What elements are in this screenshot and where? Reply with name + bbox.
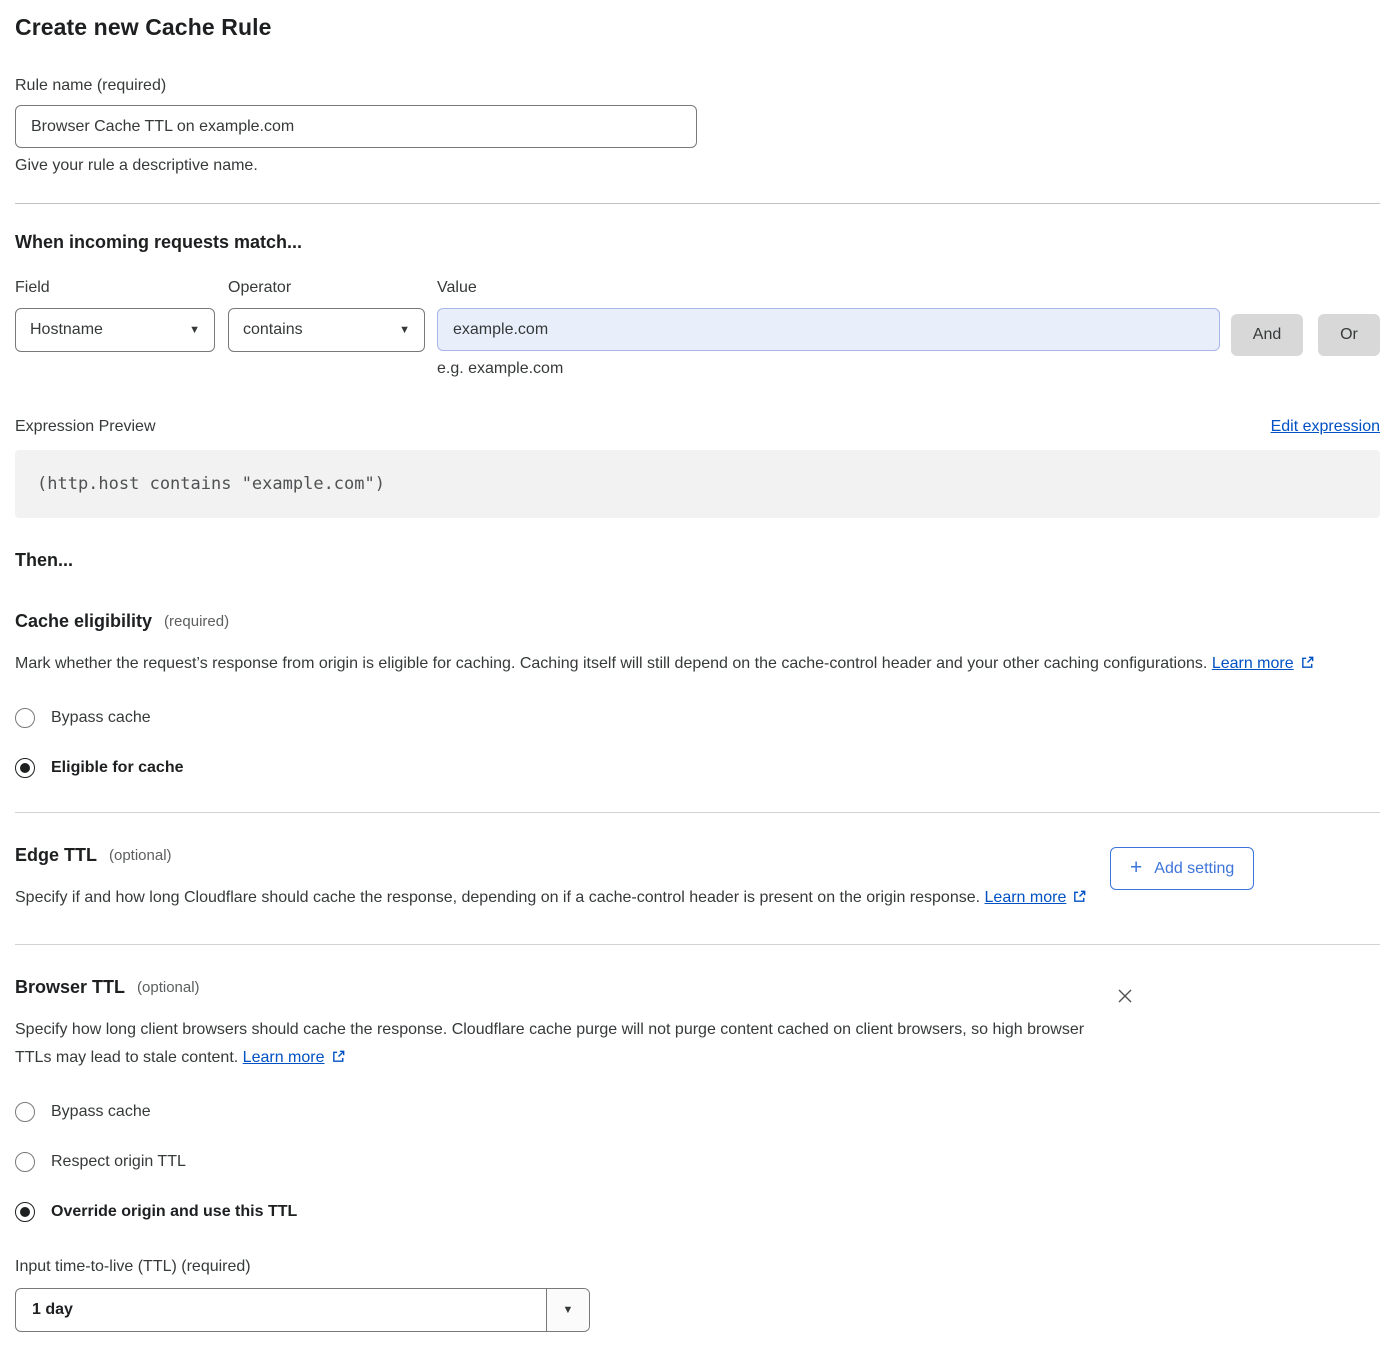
and-or-buttons: And Or <box>1220 279 1380 356</box>
value-help: e.g. example.com <box>437 360 1220 378</box>
expression-code: (http.host contains "example.com") <box>15 450 1380 518</box>
match-row: Field Hostname ▼ Operator contains ▼ Val… <box>15 279 1380 378</box>
browser-ttl-title: Browser TTL <box>15 977 125 998</box>
add-setting-label: Add setting <box>1154 860 1234 878</box>
external-link-icon <box>1072 889 1087 904</box>
and-button[interactable]: And <box>1231 314 1303 356</box>
browser-ttl-section: Browser TTL (optional) Specify how long … <box>15 977 1380 1332</box>
radio-label: Respect origin TTL <box>51 1153 186 1171</box>
value-label: Value <box>437 279 1220 297</box>
expression-header: Expression Preview Edit expression <box>15 418 1380 436</box>
description-text: Specify how long client browsers should … <box>15 1021 1084 1066</box>
radio-row-override-origin-ttl[interactable]: Override origin and use this TTL <box>15 1202 1110 1222</box>
field-label: Field <box>15 279 215 297</box>
rule-name-label: Rule name (required) <box>15 77 1380 95</box>
operator-select-value: contains <box>243 321 303 339</box>
external-link-icon <box>1300 655 1315 670</box>
ttl-input-label: Input time-to-live (TTL) (required) <box>15 1258 1110 1276</box>
page-title: Create new Cache Rule <box>15 14 1380 41</box>
operator-select[interactable]: contains ▼ <box>228 308 425 352</box>
divider <box>15 203 1380 204</box>
radio-label: Eligible for cache <box>51 759 183 777</box>
description-text: Mark whether the request’s response from… <box>15 655 1207 672</box>
learn-more-link[interactable]: Learn more <box>243 1049 325 1066</box>
cache-eligibility-title: Cache eligibility <box>15 611 152 632</box>
create-cache-rule-form: Create new Cache Rule Rule name (require… <box>0 0 1400 1362</box>
cache-eligibility-description: Mark whether the request’s response from… <box>15 650 1380 678</box>
radio-label: Bypass cache <box>51 709 151 727</box>
value-input[interactable] <box>437 308 1220 351</box>
external-link-icon <box>331 1049 346 1064</box>
chevron-down-icon: ▼ <box>399 324 410 336</box>
edge-ttl-description: Specify if and how long Cloudflare shoul… <box>15 884 1110 912</box>
ttl-input-field: Input time-to-live (TTL) (required) 1 da… <box>15 1258 1110 1332</box>
expression-preview-label: Expression Preview <box>15 418 156 436</box>
then-heading: Then... <box>15 550 1380 571</box>
description-text: Specify if and how long Cloudflare shoul… <box>15 889 980 906</box>
field-column: Field Hostname ▼ <box>15 279 215 352</box>
cache-eligibility-section: Cache eligibility (required) Mark whethe… <box>15 611 1380 778</box>
radio-row-browser-bypass-cache[interactable]: Bypass cache <box>15 1102 1110 1122</box>
close-icon <box>1114 985 1136 1007</box>
radio-row-respect-origin-ttl[interactable]: Respect origin TTL <box>15 1152 1110 1172</box>
value-column: Value e.g. example.com <box>437 279 1220 378</box>
chevron-down-icon: ▼ <box>563 1304 574 1316</box>
remove-browser-ttl-button[interactable] <box>1110 981 1140 1014</box>
cache-eligibility-badge: (required) <box>164 613 229 630</box>
operator-column: Operator contains ▼ <box>228 279 425 352</box>
operator-label: Operator <box>228 279 425 297</box>
field-select-value: Hostname <box>30 321 103 339</box>
radio-label: Bypass cache <box>51 1103 151 1121</box>
divider <box>15 812 1380 813</box>
plus-icon: + <box>1130 857 1142 878</box>
learn-more-link[interactable]: Learn more <box>1212 655 1294 672</box>
radio-button[interactable] <box>15 1102 35 1122</box>
radio-row-eligible-for-cache[interactable]: Eligible for cache <box>15 758 1380 778</box>
edge-ttl-title: Edge TTL <box>15 845 97 866</box>
radio-button[interactable] <box>15 1202 35 1222</box>
radio-button[interactable] <box>15 1152 35 1172</box>
browser-ttl-description: Specify how long client browsers should … <box>15 1016 1110 1072</box>
divider <box>15 944 1380 945</box>
chevron-down-icon: ▼ <box>189 324 200 336</box>
match-heading: When incoming requests match... <box>15 232 1380 253</box>
edge-ttl-section: Edge TTL (optional) Specify if and how l… <box>15 845 1380 912</box>
field-select[interactable]: Hostname ▼ <box>15 308 215 352</box>
radio-label: Override origin and use this TTL <box>51 1203 297 1221</box>
rule-name-input[interactable] <box>15 105 697 148</box>
or-button[interactable]: Or <box>1318 314 1380 356</box>
edit-expression-link[interactable]: Edit expression <box>1271 418 1380 436</box>
rule-name-help: Give your rule a descriptive name. <box>15 157 1380 175</box>
radio-row-bypass-cache[interactable]: Bypass cache <box>15 708 1380 728</box>
edge-ttl-badge: (optional) <box>109 847 172 864</box>
ttl-select-arrow[interactable]: ▼ <box>546 1289 589 1331</box>
radio-button[interactable] <box>15 758 35 778</box>
radio-button[interactable] <box>15 708 35 728</box>
learn-more-link[interactable]: Learn more <box>985 889 1067 906</box>
ttl-select-value: 1 day <box>16 1289 546 1331</box>
ttl-select[interactable]: 1 day ▼ <box>15 1288 590 1332</box>
browser-ttl-badge: (optional) <box>137 979 200 996</box>
add-setting-button[interactable]: + Add setting <box>1110 847 1254 890</box>
